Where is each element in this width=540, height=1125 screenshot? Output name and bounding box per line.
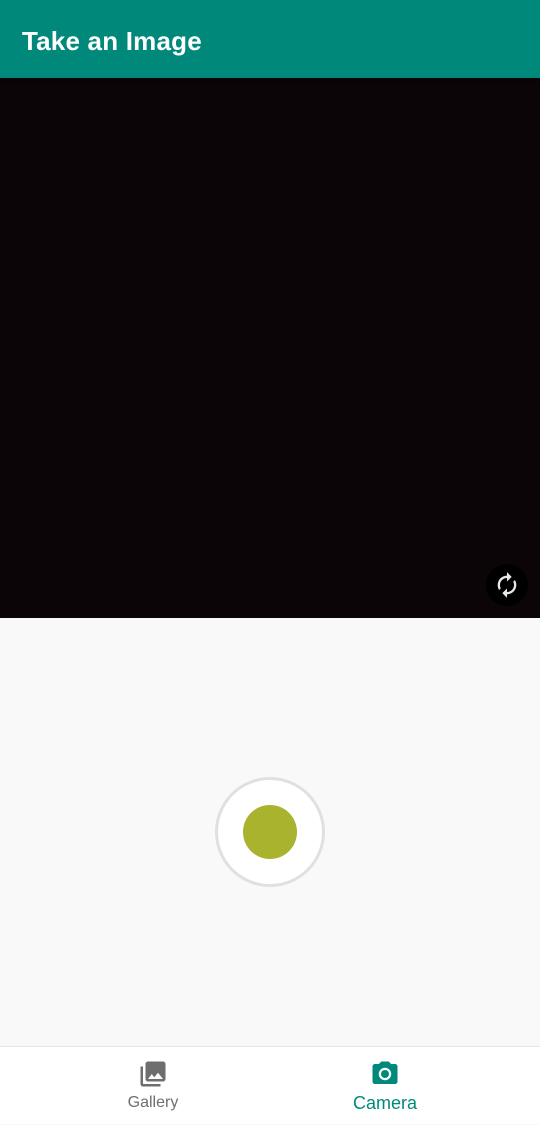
nav-item-camera[interactable]: Camera <box>250 1047 520 1125</box>
camera-switch-icon <box>497 572 517 598</box>
shutter-button[interactable] <box>215 777 325 887</box>
nav-label-camera: Camera <box>352 1093 418 1113</box>
page-title: Take an Image <box>22 26 202 56</box>
camera-preview[interactable] <box>0 78 540 618</box>
app-bar: Take an Image <box>0 0 540 78</box>
nav-label-gallery: Gallery <box>127 1094 179 1111</box>
camera-icon <box>369 1059 401 1089</box>
shutter-dot <box>243 805 297 859</box>
nav-item-gallery[interactable]: Gallery <box>18 1047 288 1125</box>
bottom-navigation: Gallery Camera <box>0 1046 540 1124</box>
switch-camera-button[interactable] <box>486 564 528 606</box>
photo-library-icon <box>138 1059 168 1089</box>
